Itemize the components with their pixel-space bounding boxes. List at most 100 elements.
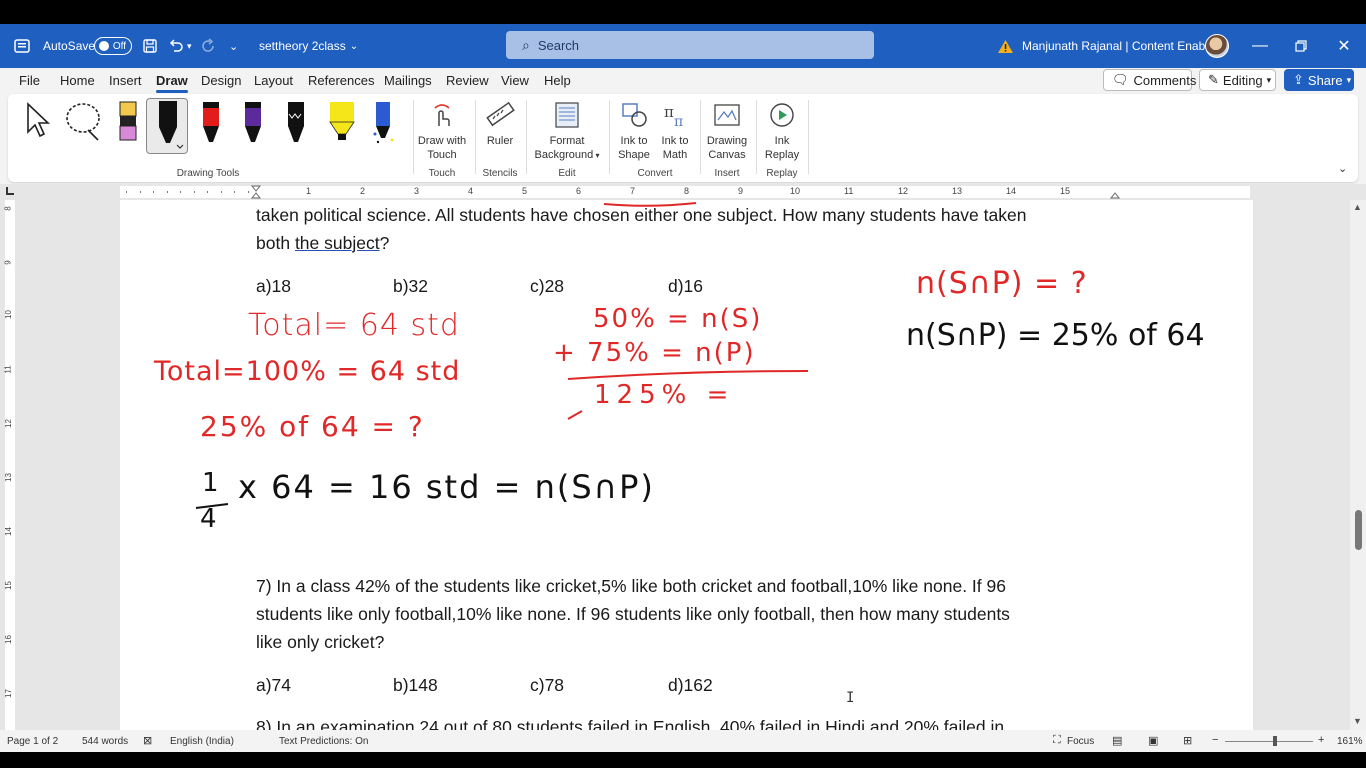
ruler-button[interactable]: Ruler [480,100,520,148]
page-indicator[interactable]: Page 1 of 2 [7,736,58,747]
paragraph-line[interactable]: 7) In a class 42% of the students like c… [256,572,1006,600]
tab-draw[interactable]: Draw [156,73,188,93]
tab-references[interactable]: References [308,73,374,88]
ink-to-shape-icon [619,100,649,130]
pen-black-selected[interactable] [146,98,188,154]
search-box[interactable]: ⌕ Search [506,31,874,59]
underlined-text: the subject [294,233,380,253]
select-tool-icon[interactable] [24,100,52,152]
print-layout-icon[interactable]: ▣ [1148,734,1158,747]
autosave-toggle[interactable]: Off [94,37,132,55]
drawing-canvas-button[interactable]: Drawing Canvas [704,100,750,162]
comments-button[interactable]: 🗨 Comments [1103,69,1196,91]
format-background-button[interactable]: Format Background ▾ [530,100,604,163]
ink-note-25-percent[interactable]: 25% of 64 = ? [200,410,425,443]
tab-file[interactable]: File [19,73,40,88]
tab-help[interactable]: Help [544,73,571,88]
option-b[interactable]: b)148 [393,675,438,696]
ink-replay-label-1: Ink [774,135,790,147]
minimize-button[interactable]: — [1240,24,1280,68]
undo-icon[interactable] [167,24,185,68]
close-button[interactable]: ✕ [1324,24,1364,68]
avatar[interactable] [1205,34,1229,58]
save-icon[interactable] [142,24,158,68]
ink-note-total-1[interactable]: Total= 64 std [248,308,460,343]
scroll-down-icon[interactable]: ▼ [1353,716,1362,726]
vruler-tick: 8 [3,206,13,211]
option-d[interactable]: d)162 [668,675,713,696]
tab-home[interactable]: Home [60,73,95,88]
ink-fraction-numerator[interactable]: 1 [202,468,219,498]
pen-purple[interactable] [240,100,268,152]
restore-button[interactable] [1281,24,1321,68]
ink-fraction-denominator[interactable]: 4 [200,504,217,534]
zoom-out-icon[interactable]: − [1212,734,1218,746]
zoom-in-icon[interactable]: + [1318,734,1324,746]
tab-layout[interactable]: Layout [254,73,293,88]
document-page[interactable]: taken political science. All students ha… [120,200,1253,730]
option-c[interactable]: c)78 [530,675,564,696]
zoom-slider[interactable] [1225,741,1313,742]
tab-review[interactable]: Review [446,73,489,88]
paragraph-line[interactable]: 8) In an examination 24 out of 80 studen… [256,713,1004,730]
paragraph-line[interactable]: like only cricket? [256,628,384,656]
text-predictions-status[interactable]: Text Predictions: On [279,736,368,747]
user-name[interactable]: Manjunath Rajanal | Content Enablers [1022,24,1225,68]
option-c[interactable]: c)28 [530,276,564,297]
word-count[interactable]: 544 words [82,736,128,747]
ink-replay-button[interactable]: Ink Replay [760,100,804,162]
customize-qat-icon[interactable]: ⌄ [229,24,238,68]
scroll-thumb[interactable] [1355,510,1362,550]
share-label: Share [1307,72,1343,88]
editing-button[interactable]: ✎ Editing ▾ [1199,69,1276,91]
option-a[interactable]: a)18 [256,276,291,297]
tab-insert[interactable]: Insert [109,73,142,88]
document-area[interactable]: taken political science. All students ha… [20,200,1350,730]
read-mode-icon[interactable]: ▤ [1112,734,1122,747]
option-a[interactable]: a)74 [256,675,291,696]
ink-note-nsp-question[interactable]: n(S∩P) = ? [916,266,1088,301]
ink-note-nsp-equation[interactable]: n(S∩P) = 25% of 64 [906,318,1205,353]
language-indicator[interactable]: English (India) [170,736,234,747]
search-placeholder: Search [537,37,580,53]
comments-label: Comments [1133,72,1197,88]
ink-to-shape-label-2: Shape [618,149,650,161]
ink-note-75-percent[interactable]: + 75% = n(P) [553,338,756,368]
vertical-ruler[interactable]: 8 9 10 11 12 13 14 15 16 17 [0,200,20,730]
ink-to-shape-button[interactable]: Ink to Shape [614,100,654,162]
pen-red[interactable] [198,100,226,152]
pen-blue-galaxy[interactable] [370,100,398,152]
option-b[interactable]: b)32 [393,276,428,297]
document-title[interactable]: settheory 2class ⌄ [259,24,358,68]
scroll-up-icon[interactable]: ▲ [1353,202,1362,212]
paragraph-line[interactable]: both the subject? [256,229,389,257]
horizontal-ruler[interactable]: 1 2 3 4 5 6 7 8 9 10 11 12 13 14 15 [0,184,1366,200]
tab-mailings[interactable]: Mailings [384,73,432,88]
zoom-slider-thumb[interactable] [1273,736,1277,746]
collapse-ribbon-icon[interactable]: ⌄ [1338,162,1347,175]
ink-to-math-button[interactable]: ππ Ink to Math [655,100,695,162]
ink-note-125-percent[interactable]: 125% = [594,380,734,410]
ruler-tick: 15 [1060,186,1071,196]
warning-icon[interactable] [997,24,1014,68]
ink-note-fraction-result[interactable]: x 64 = 16 std = n(S∩P) [238,468,655,506]
zoom-level[interactable]: 161% [1337,736,1363,747]
proofing-icon[interactable]: ⊠ [143,734,152,747]
eraser-icon[interactable] [114,100,142,152]
paragraph-line[interactable]: students like only football,10% like non… [256,600,1010,628]
tab-design[interactable]: Design [201,73,241,88]
share-button[interactable]: ⇪ Share ▾ [1284,69,1354,91]
vertical-scrollbar[interactable]: ▲ ▼ [1350,200,1366,730]
focus-button[interactable]: Focus [1067,736,1094,747]
draw-with-touch-button[interactable]: Draw with Touch [415,100,469,162]
pen-black[interactable] [283,100,311,152]
lasso-select-icon[interactable] [64,100,104,152]
ink-note-total-2[interactable]: Total=100% = 64 std [154,356,460,387]
undo-dropdown-icon[interactable]: ▾ [187,24,192,68]
web-layout-icon[interactable]: ⊞ [1183,734,1192,747]
tab-view[interactable]: View [501,73,529,88]
redo-icon[interactable] [201,24,217,68]
ink-note-50-percent[interactable]: 50% = n(S) [593,304,762,334]
highlighter-yellow[interactable] [326,100,355,152]
option-d[interactable]: d)16 [668,276,703,297]
